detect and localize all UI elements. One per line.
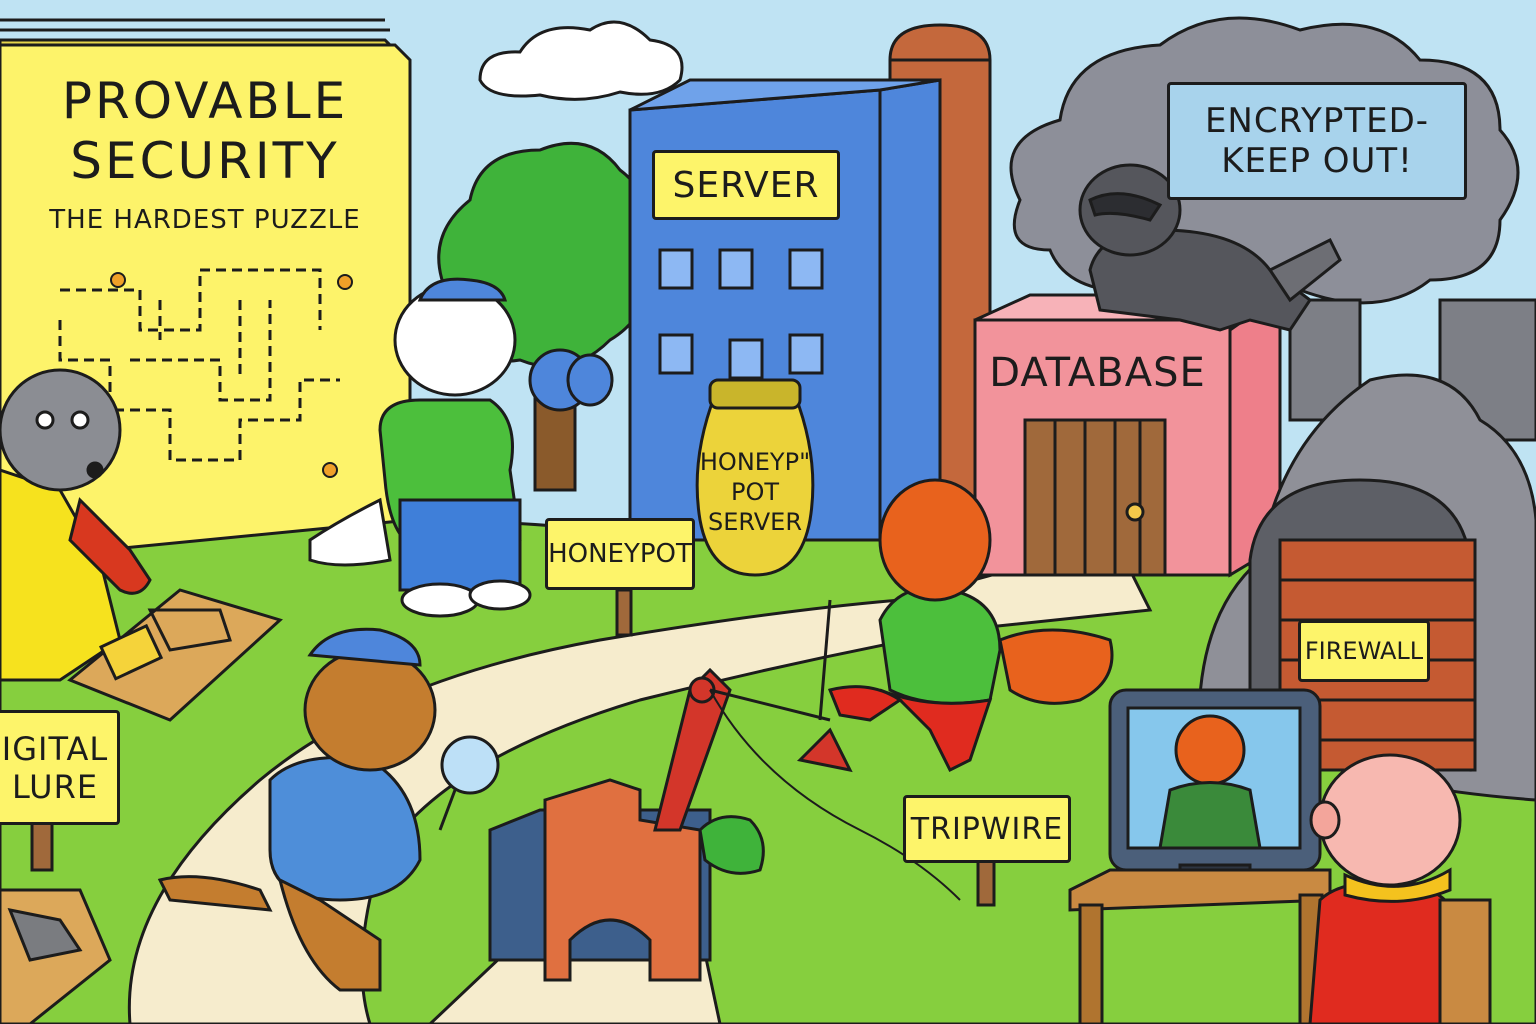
book-title-line2: SECURITY: [70, 132, 340, 190]
tripwire-sign-label: TRIPWIRE: [910, 811, 1064, 847]
encrypted-sign-line2: KEEP OUT!: [1221, 141, 1413, 181]
digital-lure-sign: IGITAL LURE: [0, 710, 120, 825]
firewall-sign: FIREWALL: [1298, 620, 1430, 682]
book-subtitle: THE HARDEST PUZZLE: [49, 205, 361, 235]
firewall-sign-label: FIREWALL: [1304, 637, 1424, 665]
honeypot-jar-line2: POT: [730, 478, 780, 506]
database-building: [973, 292, 1285, 578]
database-label: DATABASE: [989, 350, 1206, 396]
encrypted-sign-line1: ENCRYPTED-: [1204, 101, 1430, 141]
digital-lure-line2: LURE: [11, 767, 99, 806]
server-sign: SERVER: [652, 150, 840, 220]
honeypot-sign-label: HONEYPOT: [548, 539, 692, 569]
digital-lure-line1: IGITAL: [1, 729, 109, 768]
honeypot-sign: HONEYPOT: [545, 518, 695, 590]
honeypot-jar-line1: HONEYP": [699, 448, 811, 476]
server-sign-label: SERVER: [672, 164, 820, 206]
honeypot-jar-line3: SERVER: [707, 508, 803, 536]
encrypted-sign: ENCRYPTED- KEEP OUT!: [1167, 82, 1467, 200]
book-title-line1: PROVABLE: [61, 72, 349, 130]
bush: [698, 815, 765, 875]
computer-monitor: [1108, 688, 1322, 892]
tripwire-sign: TRIPWIRE: [903, 795, 1071, 863]
